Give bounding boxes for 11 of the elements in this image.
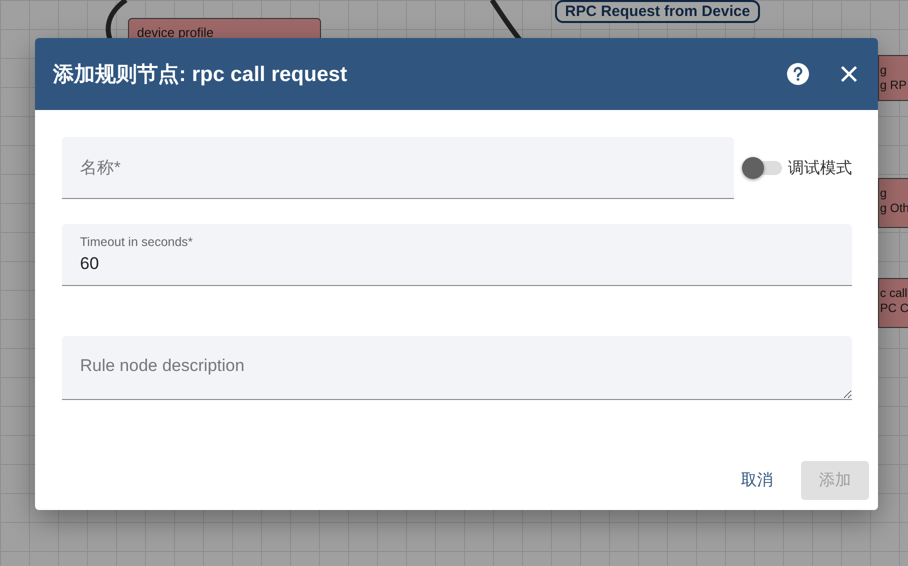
- name-field[interactable]: 名称*: [62, 137, 734, 199]
- description-field[interactable]: Rule node description: [62, 336, 852, 400]
- close-icon[interactable]: [840, 65, 858, 83]
- connection-label: RPC Request from Device: [555, 0, 760, 23]
- cancel-button[interactable]: 取消: [723, 461, 791, 500]
- timeout-field[interactable]: Timeout in seconds* 60: [62, 224, 852, 286]
- dialog-title: 添加规则节点: rpc call request: [53, 62, 348, 88]
- debug-toggle[interactable]: [742, 156, 784, 180]
- toggle-label: 调试模式: [788, 158, 852, 178]
- timeout-input[interactable]: 60: [80, 254, 834, 274]
- help-icon[interactable]: [786, 62, 810, 86]
